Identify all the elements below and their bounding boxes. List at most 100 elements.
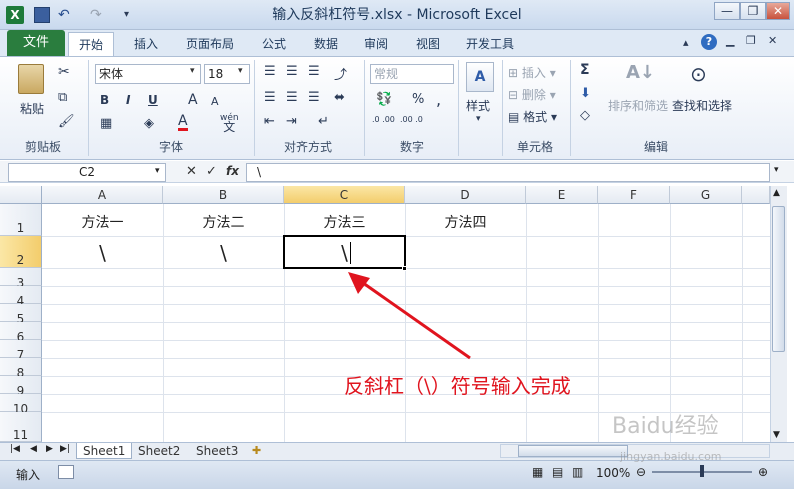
delete-cells-button[interactable]: ⊟ 删除 ▾: [508, 86, 556, 103]
restore-button[interactable]: ❐: [740, 2, 766, 20]
clear-icon[interactable]: ◇: [580, 108, 590, 123]
column-header[interactable]: A: [42, 186, 163, 204]
prev-sheet-icon[interactable]: ◀: [30, 444, 37, 454]
align-left-icon[interactable]: ☰: [264, 90, 276, 105]
decrease-indent-icon[interactable]: ⇤: [264, 114, 275, 129]
workbook-close-icon[interactable]: ✕: [768, 34, 777, 47]
sort-filter-icon[interactable]: A↓: [626, 62, 655, 83]
close-button[interactable]: ✕: [766, 2, 790, 20]
percent-button[interactable]: %: [412, 92, 424, 107]
fill-icon[interactable]: ⬇: [580, 86, 591, 101]
scroll-up-icon[interactable]: ▲: [773, 188, 780, 198]
align-bottom-icon[interactable]: ☰: [308, 64, 320, 79]
select-all-corner[interactable]: [0, 186, 42, 204]
sort-filter-button[interactable]: 排序和筛选: [608, 97, 668, 114]
row-header[interactable]: 10: [0, 394, 42, 416]
currency-icon[interactable]: 💱: [376, 92, 392, 107]
cell-a2[interactable]: \: [42, 241, 163, 265]
comma-style-button[interactable]: ,: [436, 90, 441, 109]
merge-center-icon[interactable]: ⬌: [334, 90, 345, 105]
workbook-restore-icon[interactable]: ❐: [746, 34, 756, 47]
tab-review[interactable]: 审阅: [354, 32, 398, 56]
tab-developer[interactable]: 开发工具: [456, 32, 524, 56]
macro-record-icon[interactable]: [58, 465, 74, 479]
bold-button[interactable]: B: [100, 93, 109, 107]
row-header[interactable]: 9: [0, 376, 42, 398]
align-center-icon[interactable]: ☰: [286, 90, 298, 105]
insert-sheet-icon[interactable]: ✚: [252, 444, 261, 457]
find-select-icon[interactable]: ⊙: [690, 62, 707, 86]
row-header[interactable]: 4: [0, 286, 42, 308]
cell-b2[interactable]: \: [163, 241, 284, 265]
number-format-select[interactable]: 常规: [370, 64, 454, 84]
column-header[interactable]: F: [598, 186, 670, 204]
minimize-ribbon-icon[interactable]: ▴: [683, 36, 689, 49]
increase-decimal-button[interactable]: .0 .00: [372, 116, 398, 124]
tab-home[interactable]: 开始: [68, 32, 115, 56]
find-select-button[interactable]: 查找和选择: [672, 97, 732, 114]
italic-button[interactable]: I: [126, 93, 130, 107]
borders-icon[interactable]: ▦: [100, 116, 112, 131]
cell-a1[interactable]: 方法一: [42, 212, 163, 232]
workbook-minimize-icon[interactable]: ▁: [726, 34, 734, 47]
expand-formula-bar-icon[interactable]: ▾: [774, 165, 779, 175]
zoom-slider-thumb[interactable]: [700, 465, 704, 477]
styles-button[interactable]: 样式: [466, 97, 490, 114]
cut-icon[interactable]: ✂: [58, 64, 70, 80]
cell-b1[interactable]: 方法二: [163, 212, 284, 232]
grow-font-button[interactable]: A: [188, 92, 198, 108]
column-header-overflow[interactable]: [742, 186, 770, 204]
row-header-selected[interactable]: 2: [0, 236, 42, 268]
cell-c2[interactable]: \: [284, 241, 405, 265]
minimize-button[interactable]: —: [714, 2, 740, 20]
tab-insert[interactable]: 插入: [124, 32, 168, 56]
format-painter-icon[interactable]: 🖌: [58, 114, 75, 129]
paste-button[interactable]: 粘贴: [20, 100, 44, 117]
sheet-tab-sheet2[interactable]: Sheet2: [132, 443, 186, 459]
column-header[interactable]: G: [670, 186, 742, 204]
row-header[interactable]: 3: [0, 268, 42, 290]
tab-formulas[interactable]: 公式: [252, 32, 296, 56]
fill-color-icon[interactable]: ◈: [144, 116, 154, 131]
scroll-thumb[interactable]: [772, 206, 785, 352]
font-name-select[interactable]: 宋体: [95, 64, 201, 84]
column-header[interactable]: B: [163, 186, 284, 204]
enter-entry-icon[interactable]: ✓: [206, 164, 217, 179]
chevron-down-icon[interactable]: ▾: [476, 114, 481, 124]
chevron-down-icon[interactable]: ▾: [238, 66, 243, 76]
tab-view[interactable]: 视图: [406, 32, 450, 56]
horizontal-scroll-thumb[interactable]: [518, 445, 628, 457]
row-header[interactable]: 8: [0, 358, 42, 380]
autosum-button[interactable]: Σ: [580, 62, 590, 78]
zoom-in-icon[interactable]: ⊕: [758, 465, 768, 479]
column-header[interactable]: D: [405, 186, 526, 204]
cell-c1[interactable]: 方法三: [284, 212, 405, 232]
scroll-down-icon[interactable]: ▼: [773, 430, 780, 440]
tab-page-layout[interactable]: 页面布局: [176, 32, 244, 56]
paste-icon[interactable]: [18, 64, 44, 94]
increase-indent-icon[interactable]: ⇥: [286, 114, 297, 129]
align-middle-icon[interactable]: ☰: [286, 64, 298, 79]
row-header[interactable]: 7: [0, 340, 42, 362]
format-cells-button[interactable]: ▤ 格式 ▾: [508, 108, 557, 125]
phonetic-guide-button[interactable]: wén 文: [220, 114, 239, 134]
row-header[interactable]: 6: [0, 322, 42, 344]
cancel-entry-icon[interactable]: ✕: [186, 164, 197, 179]
underline-button[interactable]: U: [148, 93, 158, 107]
align-right-icon[interactable]: ☰: [308, 90, 320, 105]
sheet-tab-sheet1[interactable]: Sheet1: [76, 443, 133, 459]
row-header[interactable]: 11: [0, 412, 42, 442]
help-icon[interactable]: ?: [701, 34, 717, 50]
font-color-button[interactable]: A: [178, 114, 188, 131]
align-top-icon[interactable]: ☰: [264, 64, 276, 79]
row-header[interactable]: 5: [0, 304, 42, 326]
file-tab[interactable]: 文件: [7, 30, 65, 56]
chevron-down-icon[interactable]: ▾: [190, 66, 195, 76]
zoom-level[interactable]: 100%: [596, 466, 630, 480]
next-sheet-icon[interactable]: ▶: [46, 444, 53, 454]
normal-view-icon[interactable]: ▦: [532, 465, 543, 479]
insert-cells-button[interactable]: ⊞ 插入 ▾: [508, 64, 556, 81]
font-size-select[interactable]: 18: [204, 64, 250, 84]
shrink-font-button[interactable]: A: [211, 95, 219, 108]
cell-d1[interactable]: 方法四: [405, 212, 526, 232]
